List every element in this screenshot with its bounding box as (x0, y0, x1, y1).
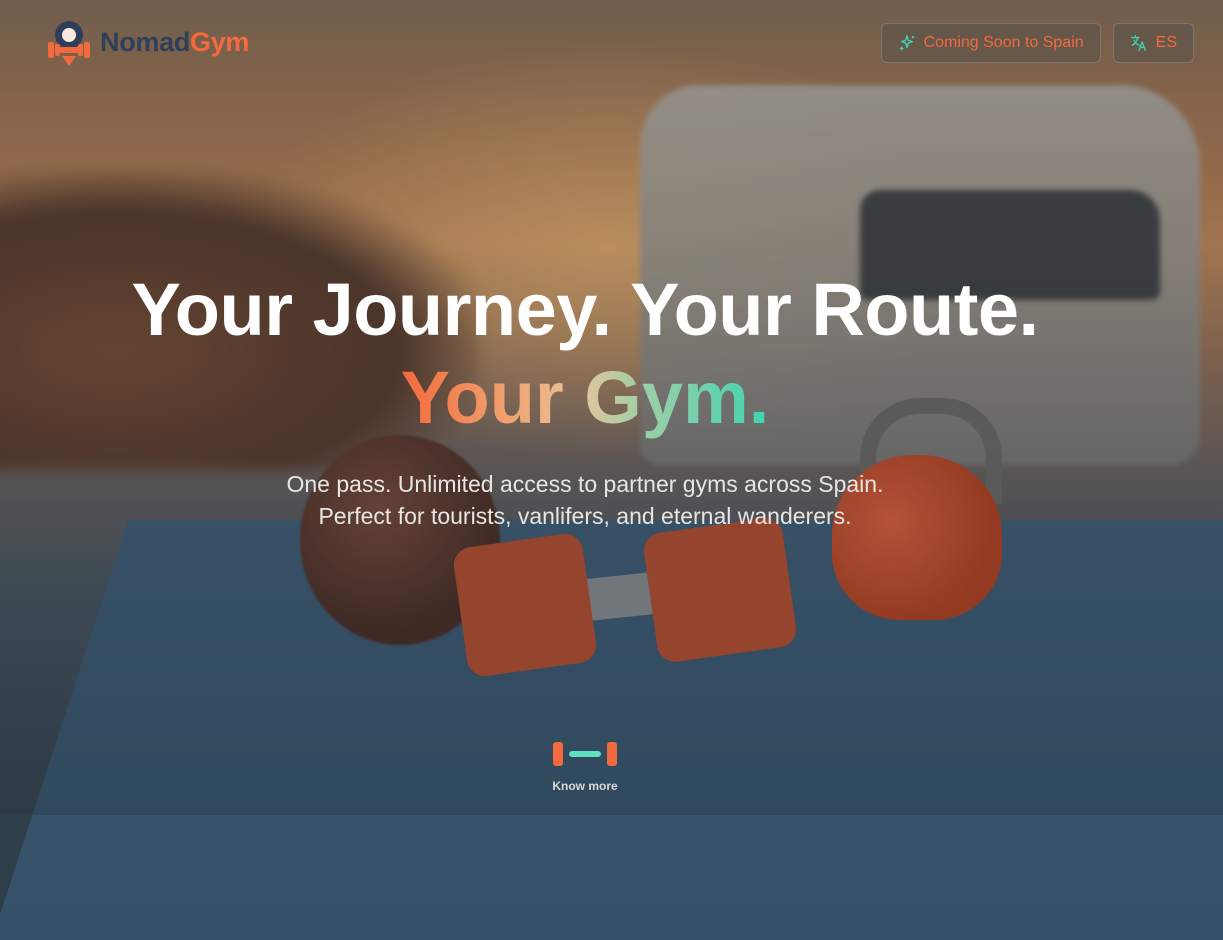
hero-subtitle: One pass. Unlimited access to partner gy… (0, 468, 1170, 532)
hero-headline-gradient-text: Your Gym. (400, 356, 770, 439)
header-actions: Coming Soon to Spain ES (880, 22, 1194, 63)
site-header: NomadGym Coming Soon to Spain ES (0, 0, 1223, 85)
coming-soon-label: Coming Soon to Spain (923, 33, 1084, 51)
know-more-button[interactable]: Know more (540, 740, 630, 793)
language-label: ES (1155, 33, 1177, 51)
coming-soon-button[interactable]: Coming Soon to Spain (880, 22, 1101, 63)
logo-text: NomadGym (100, 27, 249, 58)
logo-text-nomad: Nomad (100, 27, 191, 57)
logo-text-gym: Gym (190, 27, 250, 57)
hero-subtitle-line: One pass. Unlimited access to partner gy… (286, 471, 884, 497)
know-more-label: Know more (552, 779, 618, 793)
hero-headline: Your Journey. Your Route. (131, 268, 1039, 351)
dumbbell-icon (553, 742, 617, 766)
sparkles-icon (898, 34, 914, 51)
site-logo[interactable]: NomadGym (44, 18, 249, 68)
language-switch-button[interactable]: ES (1112, 22, 1194, 63)
hero-subtitle-line: Perfect for tourists, vanlifers, and ete… (318, 503, 852, 529)
translate-icon (1130, 34, 1146, 51)
logo-icon (48, 20, 90, 66)
hero-headline-accent: Your Gym. (0, 356, 1170, 440)
